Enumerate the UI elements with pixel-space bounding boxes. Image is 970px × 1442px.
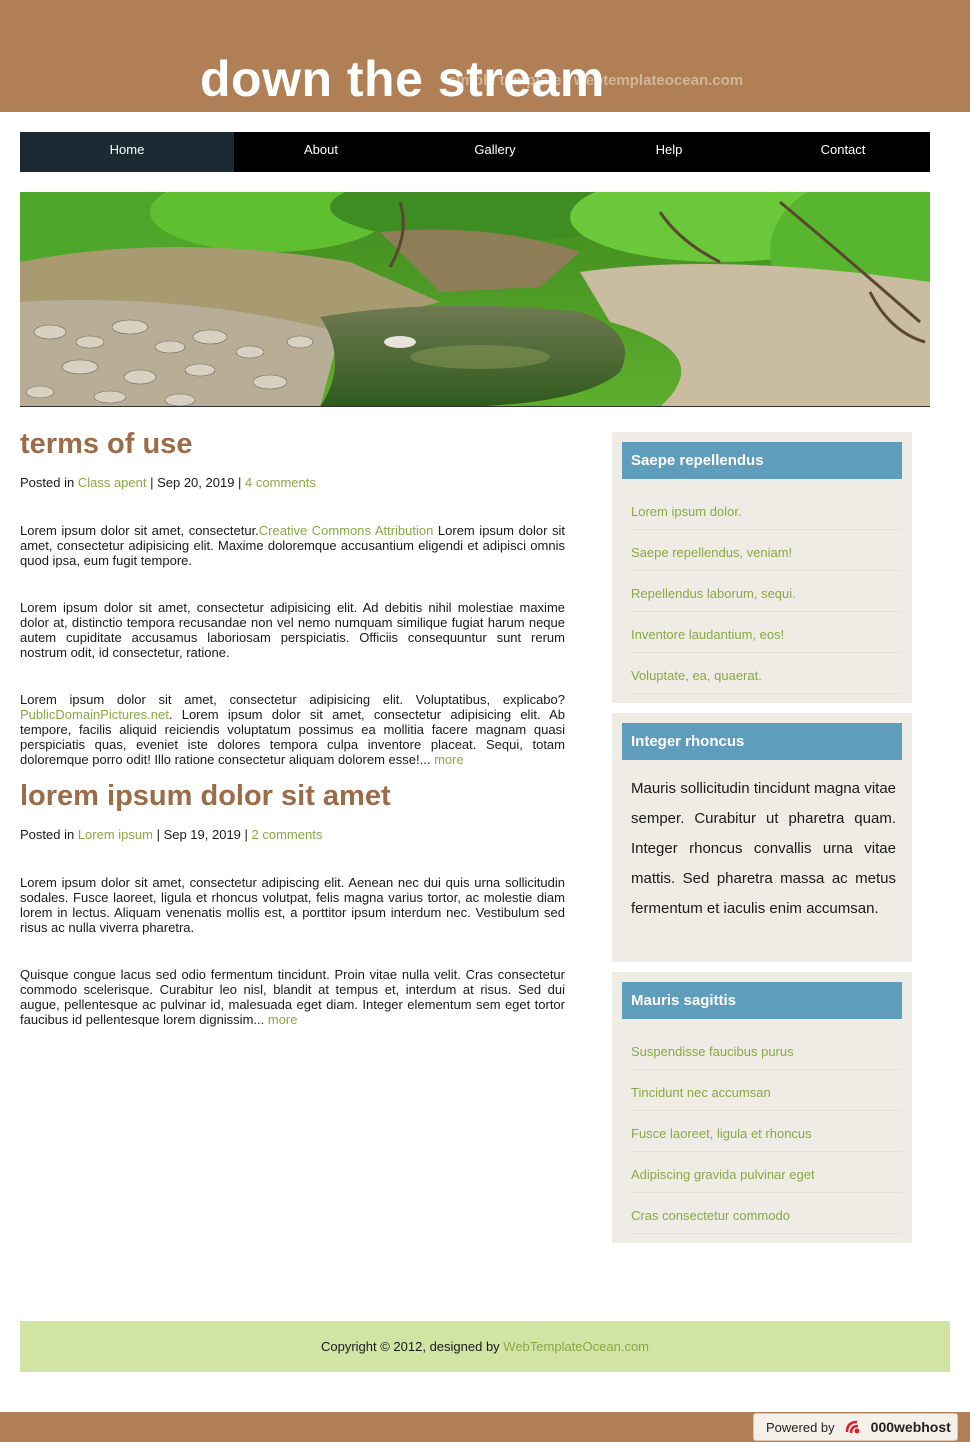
post-paragraph: Lorem ipsum dolor sit amet, consectetur.… [20,523,565,568]
footer-link[interactable]: WebTemplateOcean.com [503,1339,649,1354]
post-body: Lorem ipsum dolor sit amet, consectetur … [20,875,565,1027]
list-item: Voluptate, ea, quaerat. [631,653,902,694]
nav-item-help[interactable]: Help [582,132,756,172]
nav-item-about[interactable]: About [234,132,408,172]
powered-by-label: Powered by [766,1419,835,1435]
sidebar-link-list: Lorem ipsum dolor. Saepe repellendus, ve… [622,479,902,703]
nav-item-home[interactable]: Home [20,132,234,172]
post: lorem ipsum dolor sit amet Posted in Lor… [20,777,565,1027]
post-comments-link[interactable]: 2 comments [252,827,323,842]
main-content: terms of use Posted in Class apent | Sep… [20,425,565,1027]
sidebar-link[interactable]: Cras consectetur commodo [631,1208,790,1223]
sidebar-link[interactable]: Lorem ipsum dolor. [631,504,742,519]
sidebar-box-text: Mauris sollicitudin tincidunt magna vita… [631,780,896,917]
nav-item-gallery[interactable]: Gallery [408,132,582,172]
sidebar-link[interactable]: Tincidunt nec accumsan [631,1085,771,1100]
post-paragraph: Lorem ipsum dolor sit amet, consectetur … [20,600,565,660]
sidebar-box-title: Mauris sagittis [622,982,902,1019]
sidebar-link[interactable]: Fusce laoreet, ligula et rhoncus [631,1126,812,1141]
sidebar-link[interactable]: Repellendus laborum, sequi. [631,586,796,601]
copyright-text: Copyright © 2012, designed by [320,1339,504,1354]
main-nav: Home About Gallery Help Contact [20,132,930,172]
sidebar-box: Mauris sagittis Suspendisse faucibus pur… [612,972,912,1243]
post-title[interactable]: terms of use [20,425,565,463]
sidebar-box-title: Integer rhoncus [622,723,902,760]
post-comments-link[interactable]: 4 comments [245,475,316,490]
post-title[interactable]: lorem ipsum dolor sit amet [20,777,565,815]
bottom-bar: Powered by 000webhost [0,1412,970,1442]
nav-item-contact[interactable]: Contact [756,132,930,172]
list-item: Inventore laudantium, eos! [631,612,902,653]
list-item: Repellendus laborum, sequi. [631,571,902,612]
sidebar-link-list: Suspendisse faucibus purus Tincidunt nec… [622,1019,902,1243]
list-item: Tincidunt nec accumsan [631,1070,902,1111]
site-footer: Copyright © 2012, designed by WebTemplat… [20,1321,950,1372]
more-link[interactable]: more [434,752,464,767]
webhost-logo-icon [843,1418,865,1436]
paragraph-text: Lorem ipsum dolor sit amet, consectetur. [20,523,259,538]
list-item: Fusce laoreet, ligula et rhoncus [631,1111,902,1152]
meta-prefix: Posted in [20,475,78,490]
powered-by-badge[interactable]: Powered by 000webhost [753,1413,958,1441]
sidebar-link[interactable]: Suspendisse faucibus purus [631,1044,794,1059]
sidebar-box-title: Saepe repellendus [622,442,902,479]
list-item: Cras consectetur commodo [631,1193,902,1234]
sidebar-link[interactable]: Adipiscing gravida pulvinar eget [631,1167,815,1182]
sidebar-link[interactable]: Inventore laudantium, eos! [631,627,784,642]
powered-by-brand: 000webhost [870,1419,951,1435]
publicdomainpictures-link[interactable]: PublicDomainPictures.net [20,707,169,722]
list-item: Lorem ipsum dolor. [631,489,902,530]
site-header: simple template | webtemplateocean.com d… [0,0,970,112]
site-title[interactable]: down the stream [200,48,605,110]
post-category-link[interactable]: Class apent [78,475,147,490]
list-item: Saepe repellendus, veniam! [631,530,902,571]
paragraph-text: Lorem ipsum dolor sit amet, consectetur … [20,692,565,707]
post-paragraph: Lorem ipsum dolor sit amet, consectetur … [20,692,565,767]
post: terms of use Posted in Class apent | Sep… [20,425,565,767]
post-paragraph: Lorem ipsum dolor sit amet, consectetur … [20,875,565,935]
sidebar-box: Integer rhoncus Mauris sollicitudin tinc… [612,713,912,962]
meta-prefix: Posted in [20,827,78,842]
creative-commons-link[interactable]: Creative Commons Attribution [259,523,434,538]
more-link[interactable]: more [268,1012,298,1027]
post-meta: Posted in Class apent | Sep 20, 2019 | 4… [20,475,565,491]
list-item: Adipiscing gravida pulvinar eget [631,1152,902,1193]
list-item: Suspendisse faucibus purus [631,1029,902,1070]
post-meta: Posted in Lorem ipsum | Sep 19, 2019 | 2… [20,827,565,843]
sidebar-link[interactable]: Voluptate, ea, quaerat. [631,668,762,683]
banner-image [20,192,930,407]
post-date: | Sep 20, 2019 | [146,475,246,490]
sidebar-box: Saepe repellendus Lorem ipsum dolor. Sae… [612,432,912,703]
sidebar-link[interactable]: Saepe repellendus, veniam! [631,545,792,560]
post-date: | Sep 19, 2019 | [152,827,252,842]
post-paragraph: Quisque congue lacus sed odio fermentum … [20,967,565,1027]
post-body: Lorem ipsum dolor sit amet, consectetur.… [20,523,565,767]
post-category-link[interactable]: Lorem ipsum [78,827,153,842]
sidebar: Saepe repellendus Lorem ipsum dolor. Sae… [612,432,912,1243]
